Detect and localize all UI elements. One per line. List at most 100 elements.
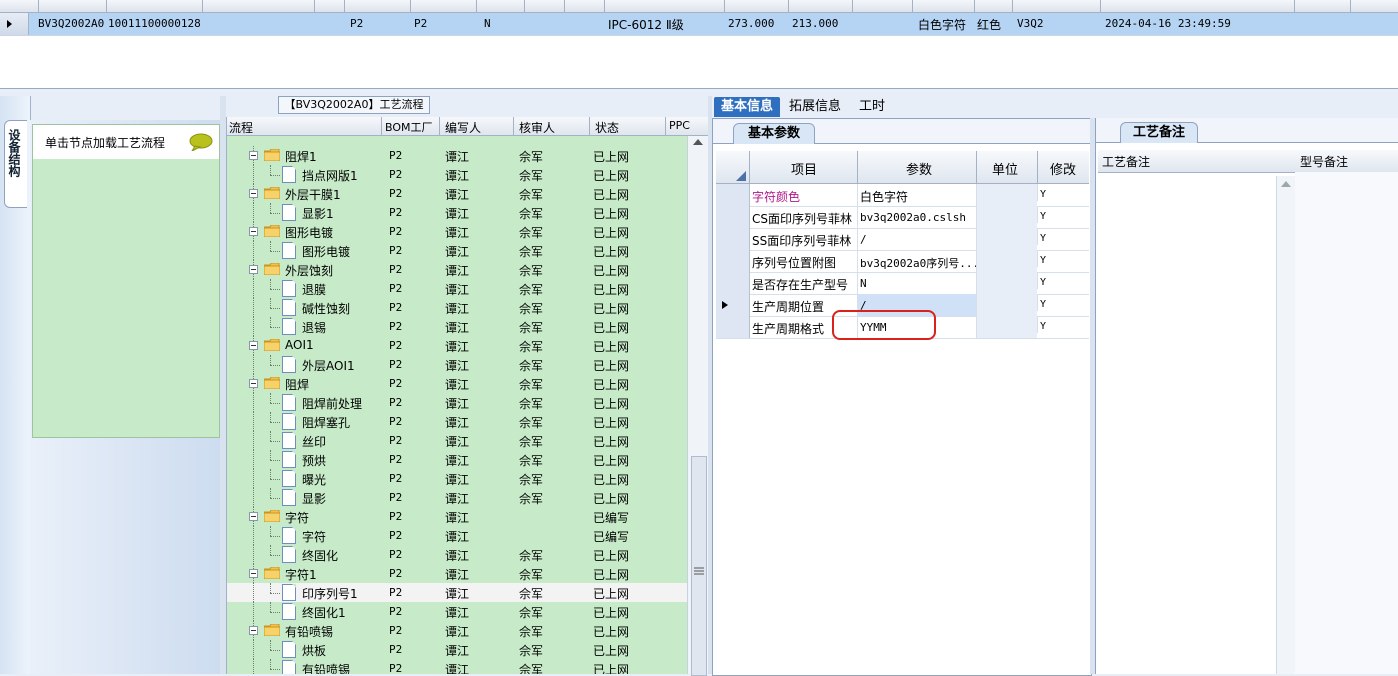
param-row[interactable]: 序列号位置附图 bv3q2002a0序列号... Y bbox=[716, 250, 1089, 273]
remark-scrollbar[interactable] bbox=[1276, 176, 1296, 674]
tree-scroll-thumb[interactable] bbox=[691, 456, 707, 676]
tree-scrollbar[interactable] bbox=[687, 136, 710, 676]
model-row[interactable]: BV3Q2002A0 10011100000128 P2 P2 N IPC-60… bbox=[0, 13, 1398, 36]
param-unit-cell[interactable] bbox=[976, 184, 1037, 206]
tree-row[interactable]: 阻焊1 P2 谭江 佘军 已上网 bbox=[227, 146, 687, 165]
tree-row[interactable]: 图形电镀 P2 谭江 佘军 已上网 bbox=[227, 241, 687, 260]
scroll-up-icon[interactable] bbox=[693, 138, 703, 146]
tree-row[interactable]: 外层AOI1 P2 谭江 佘军 已上网 bbox=[227, 355, 687, 374]
param-value-cell[interactable]: N bbox=[857, 272, 976, 294]
tree-row[interactable]: 碱性蚀刻 P2 谭江 佘军 已上网 bbox=[227, 298, 687, 317]
cell-bom: P2 bbox=[389, 320, 403, 333]
col-flow[interactable]: 流程 bbox=[229, 119, 253, 136]
row-header[interactable] bbox=[716, 206, 750, 228]
tree-row[interactable]: 图形电镀 P2 谭江 佘军 已上网 bbox=[227, 222, 687, 241]
col-writer[interactable]: 编写人 bbox=[445, 119, 481, 136]
tree-row[interactable]: 终固化 P2 谭江 佘军 已上网 bbox=[227, 545, 687, 564]
tree-row[interactable]: 有铅喷锡 P2 谭江 佘军 已上网 bbox=[227, 659, 687, 674]
param-value-cell[interactable]: bv3q2002a0序列号... bbox=[857, 250, 979, 272]
tree-guide bbox=[270, 431, 271, 441]
row-header[interactable] bbox=[716, 250, 750, 272]
tab-process-remark[interactable]: 工艺备注 bbox=[1120, 122, 1198, 143]
col-model-remark[interactable]: 型号备注 bbox=[1300, 153, 1348, 170]
tree-row[interactable]: 丝印 P2 谭江 佘军 已上网 bbox=[227, 431, 687, 450]
tree-row[interactable]: 退膜 P2 谭江 佘军 已上网 bbox=[227, 279, 687, 298]
param-unit-cell[interactable] bbox=[976, 294, 1037, 316]
scroll-up-icon[interactable] bbox=[1281, 180, 1291, 188]
tab-basic-params[interactable]: 基本参数 bbox=[733, 123, 815, 144]
row-header[interactable] bbox=[716, 228, 750, 250]
tree-node-label: 外层蚀刻 bbox=[285, 264, 334, 278]
tree-row[interactable]: 阻焊 P2 谭江 佘军 已上网 bbox=[227, 374, 687, 393]
tree-node-label: 显影 bbox=[302, 492, 327, 506]
param-unit-cell[interactable] bbox=[976, 316, 1037, 338]
col-status[interactable]: 状态 bbox=[595, 119, 619, 136]
param-unit-cell[interactable] bbox=[976, 228, 1037, 250]
tree-row[interactable]: 烘板 P2 谭江 佘军 已上网 bbox=[227, 640, 687, 659]
param-row[interactable]: SS面印序列号菲林 / Y bbox=[716, 228, 1089, 251]
tree-row[interactable]: 字符 P2 谭江 已编写 bbox=[227, 526, 687, 545]
cell-reviewer: 佘军 bbox=[519, 663, 544, 674]
param-row[interactable]: 字符颜色 白色字符 Y bbox=[716, 184, 1089, 207]
param-value-cell[interactable]: bv3q2002a0.cslsh bbox=[857, 206, 976, 228]
tree-row[interactable]: 外层干膜1 P2 谭江 佘军 已上网 bbox=[227, 184, 687, 203]
collapse-icon[interactable] bbox=[249, 341, 258, 350]
tab-work-hours[interactable]: 工时 bbox=[852, 97, 892, 117]
tree-row[interactable]: 退锡 P2 谭江 佘军 已上网 bbox=[227, 317, 687, 336]
tree-guide bbox=[253, 450, 254, 469]
tree-row[interactable]: 终固化1 P2 谭江 佘军 已上网 bbox=[227, 602, 687, 621]
file-icon bbox=[282, 166, 296, 183]
tree-row[interactable]: 阻焊前处理 P2 谭江 佘军 已上网 bbox=[227, 393, 687, 412]
cell-reviewer: 佘军 bbox=[519, 169, 544, 183]
tree-row[interactable]: 预烘 P2 谭江 佘军 已上网 bbox=[227, 450, 687, 469]
param-value-cell[interactable]: / bbox=[857, 228, 976, 250]
collapse-icon[interactable] bbox=[249, 379, 258, 388]
collapse-icon[interactable] bbox=[249, 265, 258, 274]
row-header[interactable] bbox=[716, 272, 750, 294]
tree-guide bbox=[253, 659, 254, 674]
cell-reviewer: 佘军 bbox=[519, 150, 544, 164]
col-ppc[interactable]: PPC bbox=[669, 119, 690, 132]
col-unit[interactable]: 单位 bbox=[992, 159, 1018, 178]
collapse-icon[interactable] bbox=[249, 151, 258, 160]
collapse-icon[interactable] bbox=[249, 227, 258, 236]
param-unit-cell[interactable] bbox=[976, 272, 1037, 294]
param-unit-cell[interactable] bbox=[976, 250, 1037, 272]
cell-char-type: 白色字符 bbox=[918, 18, 967, 32]
col-item[interactable]: 项目 bbox=[791, 159, 817, 178]
tab-extended-info[interactable]: 拓展信息 bbox=[782, 97, 848, 117]
tree-row[interactable]: 字符1 P2 谭江 佘军 已上网 bbox=[227, 564, 687, 583]
row-header[interactable] bbox=[716, 316, 750, 338]
tree-row[interactable]: 显影 P2 谭江 佘军 已上网 bbox=[227, 488, 687, 507]
tab-device-structure[interactable]: 设备结构 bbox=[4, 120, 27, 208]
param-row[interactable]: CS面印序列号菲林 bv3q2002a0.cslsh Y bbox=[716, 206, 1089, 229]
param-unit-cell[interactable] bbox=[976, 206, 1037, 228]
cell-writer: 谭江 bbox=[445, 321, 470, 335]
col-bom[interactable]: BOM工厂 bbox=[385, 119, 433, 135]
collapse-icon[interactable] bbox=[249, 512, 258, 521]
tree-guide bbox=[253, 583, 254, 602]
collapse-icon[interactable] bbox=[249, 189, 258, 198]
row-header[interactable] bbox=[716, 184, 750, 206]
tab-basic-info[interactable]: 基本信息 bbox=[714, 97, 781, 117]
param-modify: Y bbox=[1037, 272, 1046, 289]
tree-row[interactable]: 阻焊塞孔 P2 谭江 佘军 已上网 bbox=[227, 412, 687, 431]
tree-row[interactable]: 有铅喷锡 P2 谭江 佘军 已上网 bbox=[227, 621, 687, 640]
tree-row[interactable]: 显影1 P2 谭江 佘军 已上网 bbox=[227, 203, 687, 222]
tree-row[interactable]: AOI1 P2 谭江 佘军 已上网 bbox=[227, 336, 687, 355]
tree-row[interactable]: 印序列号1 P2 谭江 佘军 已上网 bbox=[227, 583, 687, 602]
col-modify[interactable]: 修改 bbox=[1050, 159, 1076, 178]
param-value-cell[interactable]: 白色字符 bbox=[857, 184, 976, 206]
tree-row[interactable]: 外层蚀刻 P2 谭江 佘军 已上网 bbox=[227, 260, 687, 279]
row-header[interactable] bbox=[716, 294, 750, 316]
cell-bom: P2 bbox=[389, 567, 403, 580]
col-reviewer[interactable]: 核审人 bbox=[519, 119, 555, 136]
col-process-remark[interactable]: 工艺备注 bbox=[1102, 153, 1150, 170]
tree-row[interactable]: 挡点网版1 P2 谭江 佘军 已上网 bbox=[227, 165, 687, 184]
tree-row[interactable]: 曝光 P2 谭江 佘军 已上网 bbox=[227, 469, 687, 488]
param-row[interactable]: 是否存在生产型号 N Y bbox=[716, 272, 1089, 295]
col-value[interactable]: 参数 bbox=[906, 159, 932, 178]
collapse-icon[interactable] bbox=[249, 626, 258, 635]
tree-row[interactable]: 字符 P2 谭江 已编写 bbox=[227, 507, 687, 526]
collapse-icon[interactable] bbox=[249, 569, 258, 578]
